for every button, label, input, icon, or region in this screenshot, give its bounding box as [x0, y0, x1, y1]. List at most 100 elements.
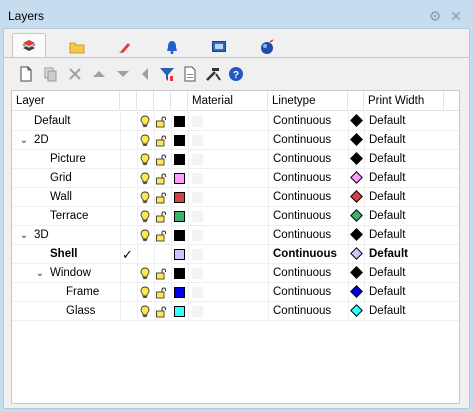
table-row[interactable]: ⌄ 2D Continuous Default — [12, 131, 459, 150]
table-row[interactable]: Grid Continuous Default — [12, 169, 459, 188]
lightbulb-icon[interactable] — [140, 210, 150, 223]
tab-materials[interactable] — [108, 36, 142, 57]
tab-render[interactable] — [250, 36, 284, 57]
chevron-down-icon[interactable]: ⌄ — [19, 226, 29, 245]
lock-icon[interactable] — [155, 134, 168, 147]
linetype-value[interactable]: Continuous — [273, 302, 331, 321]
new-layer-button[interactable] — [16, 63, 36, 85]
col-header-print-color[interactable] — [348, 91, 364, 111]
lock-icon[interactable] — [155, 153, 168, 166]
table-row[interactable]: Wall Continuous Default — [12, 188, 459, 207]
material-swatch[interactable] — [192, 116, 203, 127]
lightbulb-icon[interactable] — [140, 134, 150, 147]
print-width-value[interactable]: Default — [369, 245, 408, 264]
filter-button[interactable] — [157, 63, 177, 85]
table-row[interactable]: Frame Continuous Default — [12, 283, 459, 302]
print-width-value[interactable]: Default — [369, 207, 405, 226]
gear-icon[interactable]: ⚙ — [428, 9, 442, 23]
move-to-parent-button[interactable] — [135, 63, 155, 85]
layer-color-swatch[interactable] — [174, 211, 185, 222]
linetype-value[interactable]: Continuous — [273, 169, 331, 188]
linetype-value[interactable]: Continuous — [273, 283, 331, 302]
layer-color-swatch[interactable] — [174, 116, 185, 127]
col-header-on[interactable] — [137, 91, 154, 111]
lightbulb-icon[interactable] — [140, 305, 150, 318]
lightbulb-icon[interactable] — [140, 115, 150, 128]
table-row[interactable]: Default Continuous Default — [12, 112, 459, 131]
chevron-down-icon[interactable]: ⌄ — [19, 131, 29, 150]
print-width-value[interactable]: Default — [369, 264, 405, 283]
material-swatch[interactable] — [192, 268, 203, 279]
lightbulb-icon[interactable] — [140, 229, 150, 242]
print-color-diamond[interactable] — [350, 171, 363, 184]
table-row[interactable]: ⌄ 3D Continuous Default — [12, 226, 459, 245]
linetype-value[interactable]: Continuous — [273, 188, 331, 207]
col-header-layer[interactable]: Layer — [12, 91, 120, 111]
print-color-diamond[interactable] — [350, 266, 363, 279]
col-header-print-width[interactable]: Print Width — [364, 91, 444, 111]
print-width-value[interactable]: Default — [369, 169, 405, 188]
lightbulb-icon[interactable] — [140, 172, 150, 185]
layer-name[interactable]: Shell — [50, 245, 77, 264]
linetype-value[interactable]: Continuous — [273, 264, 331, 283]
col-header-linetype[interactable]: Linetype — [268, 91, 348, 111]
lock-icon[interactable] — [155, 229, 168, 242]
layer-color-swatch[interactable] — [174, 268, 185, 279]
lightbulb-icon[interactable] — [140, 191, 150, 204]
layer-name[interactable]: 3D — [34, 226, 49, 245]
tab-notifications[interactable] — [155, 36, 189, 57]
linetype-value[interactable]: Continuous — [273, 226, 331, 245]
lock-icon[interactable] — [155, 172, 168, 185]
table-row[interactable]: Glass Continuous Default — [12, 302, 459, 321]
layer-name[interactable]: Frame — [66, 283, 99, 302]
material-swatch[interactable] — [192, 154, 203, 165]
layer-name[interactable]: Window — [50, 264, 91, 283]
copy-button[interactable] — [180, 63, 200, 85]
print-width-value[interactable]: Default — [369, 131, 405, 150]
table-row[interactable]: Shell ✓ Continuous Default — [12, 245, 459, 264]
print-width-value[interactable]: Default — [369, 283, 405, 302]
material-swatch[interactable] — [192, 249, 203, 260]
layer-name[interactable]: Glass — [66, 302, 95, 321]
material-swatch[interactable] — [192, 173, 203, 184]
col-header-current[interactable] — [120, 91, 137, 111]
linetype-value[interactable]: Continuous — [273, 112, 331, 131]
print-color-diamond[interactable] — [350, 304, 363, 317]
print-color-diamond[interactable] — [350, 285, 363, 298]
print-width-value[interactable]: Default — [369, 188, 405, 207]
lock-icon[interactable] — [155, 286, 168, 299]
lock-icon[interactable] — [155, 191, 168, 204]
linetype-value[interactable]: Continuous — [273, 131, 331, 150]
layer-color-swatch[interactable] — [174, 173, 185, 184]
print-color-diamond[interactable] — [350, 228, 363, 241]
layer-name[interactable]: 2D — [34, 131, 49, 150]
print-width-value[interactable]: Default — [369, 150, 405, 169]
delete-button[interactable] — [65, 63, 85, 85]
layer-color-swatch[interactable] — [174, 249, 185, 260]
col-header-lock[interactable] — [154, 91, 171, 111]
linetype-value[interactable]: Continuous — [273, 245, 337, 264]
print-color-diamond[interactable] — [350, 209, 363, 222]
print-width-value[interactable]: Default — [369, 226, 405, 245]
print-width-value[interactable]: Default — [369, 302, 405, 321]
print-color-diamond[interactable] — [350, 247, 363, 260]
lightbulb-icon[interactable] — [140, 286, 150, 299]
print-color-diamond[interactable] — [350, 114, 363, 127]
close-icon[interactable]: ✕ — [449, 9, 463, 23]
tab-display[interactable] — [202, 36, 236, 57]
chevron-down-icon[interactable]: ⌄ — [35, 264, 45, 283]
table-row[interactable]: Terrace Continuous Default — [12, 207, 459, 226]
lock-icon[interactable] — [155, 115, 168, 128]
print-color-diamond[interactable] — [350, 133, 363, 146]
layer-name[interactable]: Picture — [50, 150, 86, 169]
table-row[interactable]: ⌄ Window Continuous Default — [12, 264, 459, 283]
layer-color-swatch[interactable] — [174, 154, 185, 165]
tools-button[interactable] — [203, 63, 223, 85]
table-row[interactable]: Picture Continuous Default — [12, 150, 459, 169]
layer-name[interactable]: Grid — [50, 169, 72, 188]
material-swatch[interactable] — [192, 230, 203, 241]
print-color-diamond[interactable] — [350, 190, 363, 203]
move-down-button[interactable] — [113, 63, 133, 85]
material-swatch[interactable] — [192, 211, 203, 222]
layer-color-swatch[interactable] — [174, 306, 185, 317]
